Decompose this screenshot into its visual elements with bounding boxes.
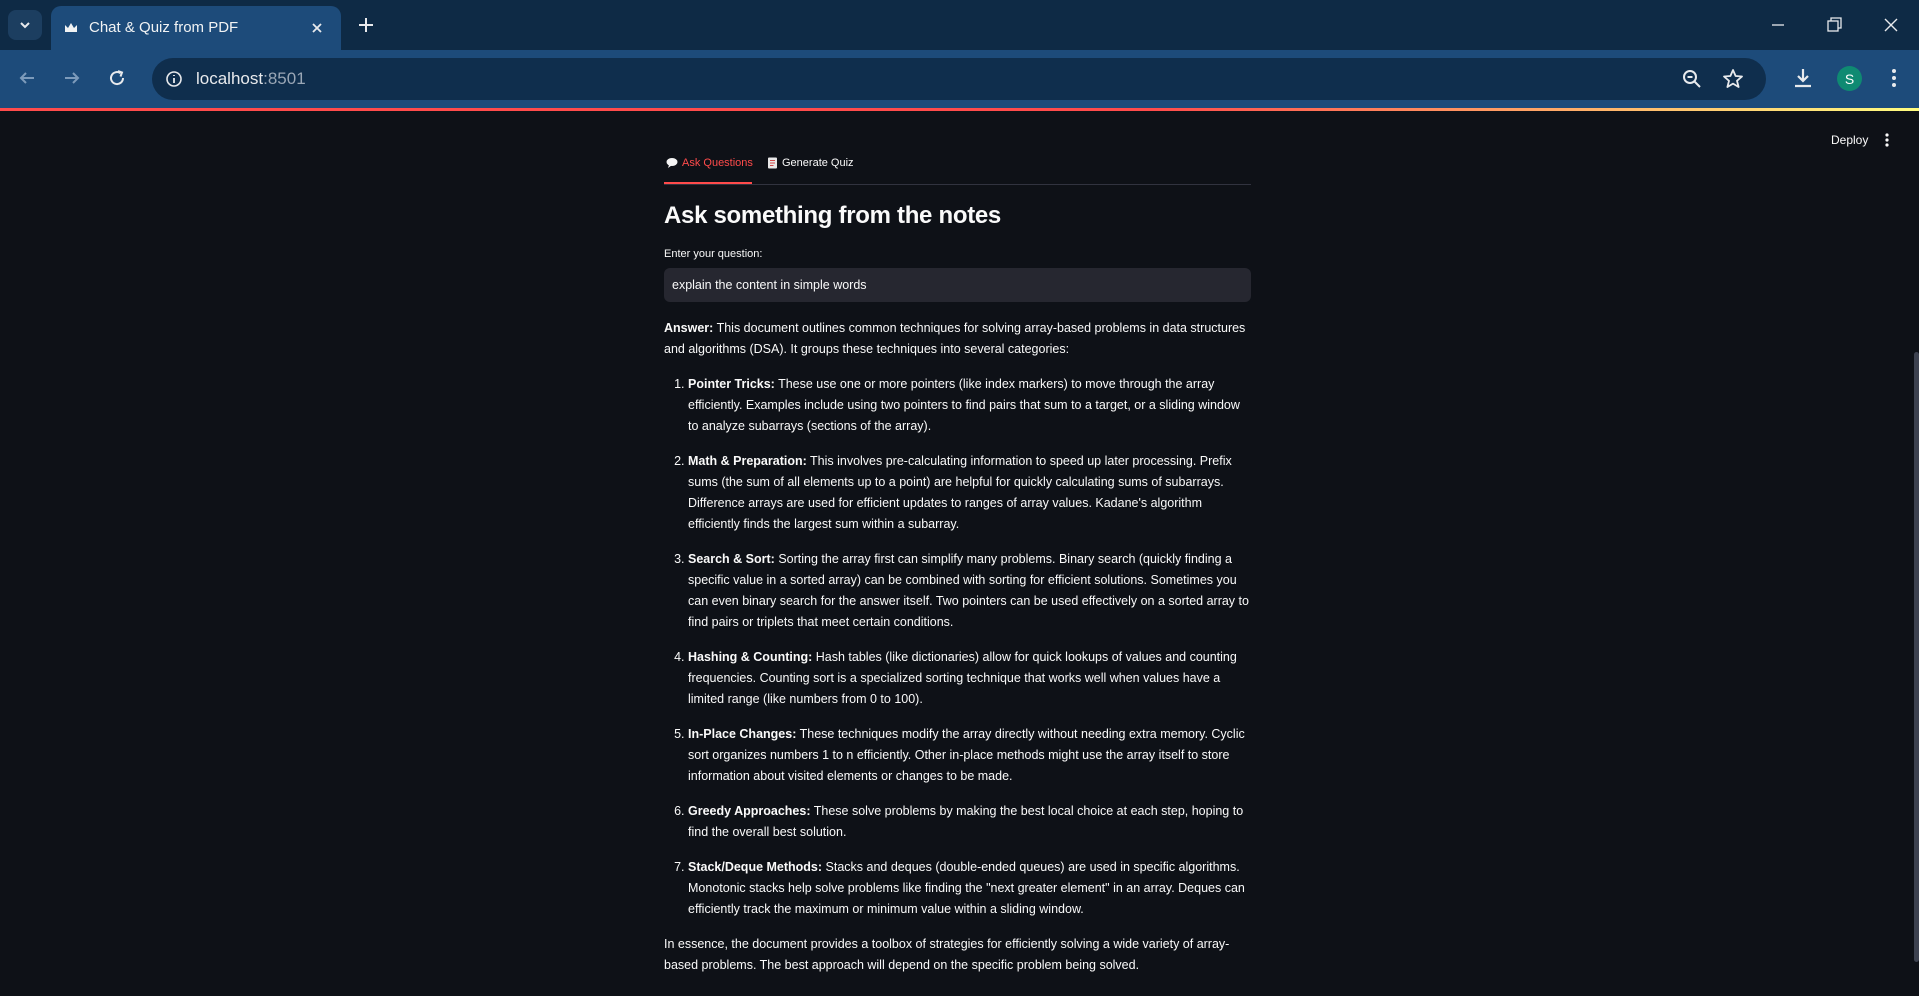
- site-info-icon[interactable]: [160, 65, 188, 93]
- list-item: Stack/Deque Methods: Stacks and deques (…: [688, 857, 1251, 920]
- item-title: Stack/Deque Methods:: [688, 860, 823, 874]
- item-title: Math & Preparation:: [688, 454, 807, 468]
- back-arrow-icon[interactable]: [14, 65, 40, 91]
- tab-label: Ask Questions: [682, 157, 753, 169]
- tab-title: Chat & Quiz from PDF: [89, 19, 239, 36]
- reload-icon[interactable]: [104, 65, 130, 91]
- item-title: Greedy Approaches:: [688, 804, 811, 818]
- list-item: Pointer Tricks: These use one or more po…: [688, 374, 1251, 437]
- speech-balloon-icon: [666, 158, 678, 168]
- browser-toolbar: localhost:8501 S: [0, 50, 1919, 108]
- main-content: Ask Questions Generate Quiz Ask somethin…: [664, 111, 1251, 972]
- zoom-icon[interactable]: [1680, 67, 1704, 91]
- answer-intro-text: This document outlines common techniques…: [664, 321, 1246, 356]
- answer-intro: Answer: This document outlines common te…: [664, 318, 1251, 360]
- item-title: Search & Sort:: [688, 552, 775, 566]
- item-title: Hashing & Counting:: [688, 650, 813, 664]
- page-scrollbar[interactable]: [1914, 352, 1919, 962]
- chevron-down-icon: [20, 22, 30, 29]
- answer-summary: In essence, the document provides a tool…: [664, 937, 1230, 972]
- list-item: Hashing & Counting: Hash tables (like di…: [688, 647, 1251, 710]
- list-item: Greedy Approaches: These solve problems …: [688, 801, 1251, 843]
- browser-menu-icon[interactable]: [1882, 65, 1906, 91]
- tab-generate-quiz[interactable]: Generate Quiz: [767, 157, 854, 183]
- new-tab-icon[interactable]: [355, 14, 377, 36]
- app-menu-icon[interactable]: [1878, 128, 1896, 152]
- url-port: :8501: [263, 69, 306, 88]
- tab-ask-questions[interactable]: Ask Questions: [666, 157, 753, 183]
- url-text[interactable]: localhost:8501: [196, 69, 306, 89]
- crown-icon: [65, 23, 77, 32]
- minimize-icon[interactable]: [1766, 14, 1790, 36]
- url-host: localhost: [196, 69, 264, 88]
- answer-label: Answer:: [664, 321, 714, 335]
- browser-tab[interactable]: Chat & Quiz from PDF: [51, 6, 341, 50]
- profile-avatar[interactable]: S: [1837, 66, 1862, 91]
- download-icon[interactable]: [1790, 65, 1816, 91]
- list-item: Search & Sort: Sorting the array first c…: [688, 549, 1251, 633]
- bookmark-star-icon[interactable]: [1721, 67, 1745, 91]
- item-title: In-Place Changes:: [688, 727, 797, 741]
- technique-list: Pointer Tricks: These use one or more po…: [664, 374, 1251, 920]
- close-tab-icon[interactable]: [307, 18, 327, 38]
- restore-icon[interactable]: [1822, 14, 1846, 36]
- question-input[interactable]: [664, 268, 1251, 302]
- active-tab-indicator: [664, 182, 752, 184]
- app-tabs: Ask Questions Generate Quiz: [664, 111, 1251, 185]
- list-item: Math & Preparation: This involves pre-ca…: [688, 451, 1251, 535]
- deploy-button[interactable]: Deploy: [1821, 128, 1878, 152]
- address-bar[interactable]: localhost:8501: [152, 58, 1766, 100]
- browser-tab-strip: Chat & Quiz from PDF: [0, 0, 1919, 50]
- document-icon: [768, 157, 777, 169]
- forward-arrow-icon[interactable]: [59, 65, 85, 91]
- tab-search-button[interactable]: [8, 10, 42, 40]
- answer-block: Answer: This document outlines common te…: [664, 318, 1251, 976]
- item-title: Pointer Tricks:: [688, 377, 775, 391]
- tab-label: Generate Quiz: [782, 157, 854, 169]
- window-close-icon[interactable]: [1879, 13, 1903, 37]
- page-title: Ask something from the notes: [664, 202, 1001, 229]
- list-item: In-Place Changes: These techniques modif…: [688, 724, 1251, 787]
- question-input-label: Enter your question:: [664, 248, 763, 260]
